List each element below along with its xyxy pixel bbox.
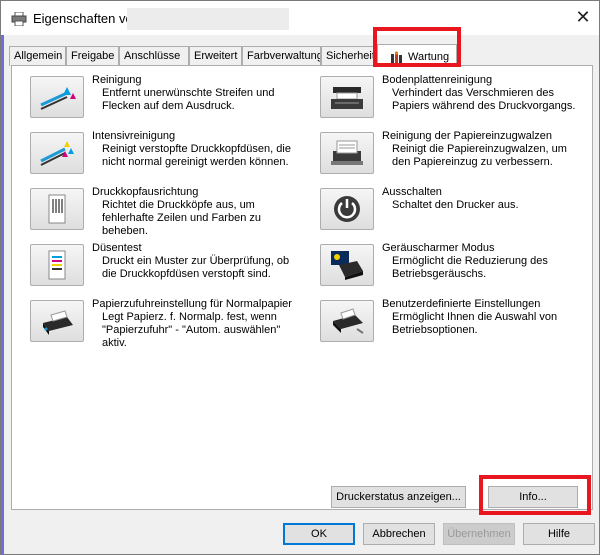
close-icon: ✕: [575, 7, 591, 28]
roller-cleaning-icon: [331, 140, 363, 165]
properties-window: Eigenschaften von ✕ Allgemein Freigabe A…: [0, 0, 600, 555]
bottom-plate-cleaning-icon: [331, 87, 363, 109]
item-description: Entfernt unerwünschte Streifen und Fleck…: [102, 87, 275, 112]
item-description: Richtet die Druckköpfe aus, um fehlerhaf…: [102, 199, 261, 237]
highlight-box-info: [479, 475, 591, 515]
print-head-alignment-button[interactable]: [30, 188, 84, 230]
cleaning-item: Reinigung Entfernt unerwünschte Streifen…: [12, 66, 302, 122]
power-off-item: Ausschalten Schaltet den Drucker aus.: [302, 178, 592, 234]
tab-label: Sicherheit: [326, 50, 375, 62]
tab-anschluesse[interactable]: Anschlüsse: [119, 46, 189, 66]
item-description: Verhindert das Verschmieren des Papiers …: [392, 87, 576, 112]
printer-name-redacted: [127, 8, 289, 30]
nozzle-check-icon: [48, 250, 66, 280]
custom-settings-button[interactable]: [320, 300, 374, 342]
quiet-mode-item: Geräuscharmer Modus Ermöglicht die Reduz…: [302, 234, 592, 290]
ok-button[interactable]: OK: [283, 523, 355, 545]
item-description: Ermöglicht Ihnen die Auswahl von Betrieb…: [392, 311, 558, 336]
item-title: Ausschalten: [382, 186, 442, 198]
item-description: Legt Papierz. f. Normalp. fest, wenn "Pa…: [102, 311, 281, 349]
power-icon: [334, 196, 360, 222]
item-title: Druckkopfausrichtung: [92, 186, 199, 198]
power-off-button[interactable]: [320, 188, 374, 230]
printer-icon: [11, 12, 27, 26]
nozzle-check-item: Düsentest Druckt ein Muster zur Überprüf…: [12, 234, 302, 290]
paper-feed-item: Papierzufuhreinstellung für Normalpapier…: [12, 290, 302, 360]
tab-label: Freigabe: [71, 50, 115, 62]
bottom-plate-cleaning-button[interactable]: [320, 76, 374, 118]
item-description: Ermöglicht die Reduzierung des Betriebsg…: [392, 255, 548, 280]
roller-cleaning-item: Reinigung der Papiereinzugwalzen Reinigt…: [302, 122, 592, 178]
cleaning-button[interactable]: [30, 76, 84, 118]
cleaning-icon: [40, 87, 76, 110]
item-description: Druckt ein Muster zur Überprüfung, ob di…: [102, 255, 290, 280]
item-title: Benutzerdefinierte Einstellungen: [382, 298, 541, 310]
item-description: Reinigt die Papiereinzugwalzen, um den P…: [392, 143, 567, 168]
maintenance-panel: Reinigung Entfernt unerwünschte Streifen…: [11, 65, 593, 510]
tab-allgemein[interactable]: Allgemein: [9, 46, 66, 66]
paper-feed-icon: [43, 310, 73, 335]
highlight-box-tab: [373, 27, 461, 67]
item-title: Papierzufuhreinstellung für Normalpapier: [92, 298, 292, 310]
item-title: Bodenplattenreinigung: [382, 74, 493, 86]
item-title: Geräuscharmer Modus: [382, 242, 495, 254]
tab-farbverwaltung[interactable]: Farbverwaltung: [242, 46, 321, 66]
deep-cleaning-icon: [40, 141, 74, 166]
deep-cleaning-item: Intensivreinigung Reinigt verstopfte Dru…: [12, 122, 302, 178]
window-left-edge: [1, 1, 4, 555]
tab-sicherheit[interactable]: Sicherheit: [321, 46, 377, 66]
cancel-button[interactable]: Abbrechen: [363, 523, 435, 545]
close-button[interactable]: ✕: [569, 7, 597, 29]
tab-label: Allgemein: [14, 50, 63, 62]
tab-label: Erweitert: [194, 50, 238, 62]
tab-strip: Allgemein Freigabe Anschlüsse Erweitert …: [9, 44, 593, 67]
window-title: Eigenschaften von: [33, 11, 140, 26]
tab-label: Farbverwaltung: [247, 50, 321, 62]
roller-cleaning-button[interactable]: [320, 132, 374, 174]
print-head-alignment-icon: [48, 194, 66, 224]
custom-settings-item: Benutzerdefinierte Einstellungen Ermögli…: [302, 290, 592, 346]
item-title: Intensivreinigung: [92, 130, 176, 142]
printer-status-button[interactable]: Druckerstatus anzeigen...: [331, 486, 466, 508]
quiet-mode-icon: [331, 251, 363, 280]
apply-button[interactable]: Übernehmen: [443, 523, 515, 545]
title-bar[interactable]: Eigenschaften von ✕: [1, 1, 599, 35]
tab-erweitert[interactable]: Erweitert: [189, 46, 242, 66]
paper-feed-button[interactable]: [30, 300, 84, 342]
quiet-mode-button[interactable]: [320, 244, 374, 286]
nozzle-check-button[interactable]: [30, 244, 84, 286]
bottom-plate-cleaning-item: Bodenplattenreinigung Verhindert das Ver…: [302, 66, 592, 122]
tab-freigabe[interactable]: Freigabe: [66, 46, 119, 66]
tab-label: Anschlüsse: [124, 50, 181, 62]
item-title: Reinigung der Papiereinzugwalzen: [382, 130, 553, 142]
help-button[interactable]: Hilfe: [523, 523, 595, 545]
print-head-alignment-item: Druckkopfausrichtung Richtet die Druckkö…: [12, 178, 302, 237]
deep-cleaning-button[interactable]: [30, 132, 84, 174]
item-title: Reinigung: [92, 74, 142, 86]
custom-settings-icon: [333, 308, 364, 334]
item-description: Reinigt verstopfte Druckkopfdüsen, die n…: [102, 143, 291, 168]
item-title: Düsentest: [92, 242, 142, 254]
item-description: Schaltet den Drucker aus.: [392, 199, 519, 211]
